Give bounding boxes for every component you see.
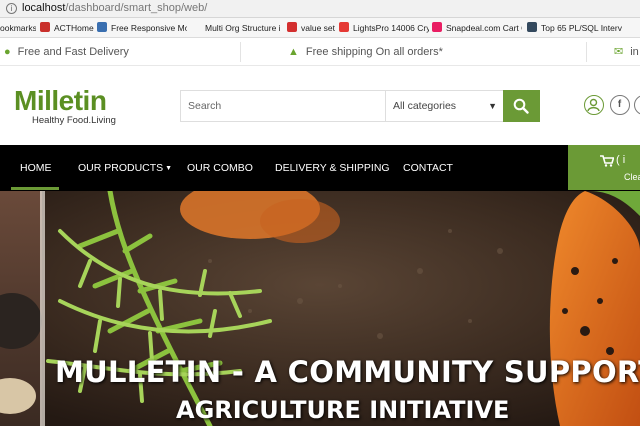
- bookmark-item[interactable]: Top 65 PL/SQL Interv: [527, 21, 640, 35]
- bookmark-label: ookmarks: [0, 23, 36, 33]
- bookmark-label: Free Responsive Mo: [111, 23, 187, 33]
- pf-favicon-icon: [339, 22, 349, 32]
- search-input[interactable]: [181, 91, 385, 121]
- nav-item-contact[interactable]: CONTACT: [403, 145, 453, 191]
- nav-active-indicator: [11, 187, 59, 190]
- nav-item-home[interactable]: HOME: [20, 145, 52, 191]
- site-info-icon[interactable]: i: [6, 3, 17, 14]
- hero-image: [0, 191, 640, 426]
- nav-item-products[interactable]: OUR PRODUCTS ▼: [78, 145, 172, 191]
- bookmark-item[interactable]: Free Responsive Mo: [97, 21, 187, 35]
- cart-icon: [600, 155, 614, 167]
- acthome-favicon-icon: [40, 22, 50, 32]
- user-icon: [587, 98, 600, 112]
- bookmark-label: Top 65 PL/SQL Interv: [541, 23, 622, 33]
- bookmark-item[interactable]: ACTHome: [40, 21, 100, 35]
- chevron-down-icon: ▼: [488, 101, 497, 111]
- logo-wordmark: Milletin: [14, 85, 107, 116]
- site-logo[interactable]: Milletin Healthy Food.Living: [14, 86, 134, 130]
- bookmark-item[interactable]: Snapdeal.com Cart C: [432, 21, 522, 35]
- promo-shipping-text: Free shipping On all orders*: [305, 46, 443, 58]
- facebook-button[interactable]: f: [610, 95, 630, 115]
- bookmark-label: Multi Org Structure i: [205, 23, 281, 33]
- category-select[interactable]: All categories ▼: [385, 91, 503, 121]
- promo-shipping: ▲ Free shipping On all orders*: [288, 38, 443, 66]
- social-button-partial[interactable]: [634, 95, 640, 115]
- address-bar[interactable]: i localhost/dashboard/smart_shop/web/: [0, 0, 640, 18]
- bookmark-item[interactable]: Multi Org Structure i: [205, 21, 283, 35]
- cart-count: ( i: [616, 154, 626, 166]
- g-favicon-icon: [527, 22, 537, 32]
- envelope-icon: ✉: [614, 46, 624, 58]
- bookmark-item[interactable]: LightsPro 14006 Crys: [339, 21, 429, 35]
- bookmark-label: Snapdeal.com Cart C: [446, 23, 522, 33]
- promo-divider: [240, 42, 241, 62]
- bookmark-label: ACTHome: [54, 23, 94, 33]
- url-host: localhost: [22, 2, 66, 14]
- oracle-favicon-icon: [287, 22, 297, 32]
- location-pin-icon: ●: [4, 46, 11, 58]
- category-selected-label: All categories: [393, 100, 457, 112]
- nav-item-combo[interactable]: OUR COMBO: [187, 145, 253, 191]
- promo-email-text: in: [630, 46, 639, 58]
- facebook-icon: f: [617, 99, 622, 110]
- hero-subheadline: AGRICULTURE INITIATIVE: [176, 396, 510, 424]
- search-button[interactable]: [503, 90, 540, 122]
- promo-delivery: ● Free and Fast Delivery: [4, 38, 129, 66]
- hero-banner: MULLETIN - A COMMUNITY SUPPORTED AGRICUL…: [0, 191, 640, 426]
- hero-headline: MULLETIN - A COMMUNITY SUPPORTED: [55, 355, 640, 389]
- url-text[interactable]: localhost/dashboard/smart_shop/web/: [22, 2, 207, 14]
- browser-window: i localhost/dashboard/smart_shop/web/ oo…: [0, 0, 640, 426]
- search-bar: All categories ▼: [180, 90, 540, 122]
- bookmark-label: value set: [301, 23, 336, 33]
- promo-email[interactable]: ✉ in: [614, 38, 639, 66]
- promo-strip: ● Free and Fast Delivery ▲ Free shipping O…: [0, 38, 640, 66]
- main-nav: HOME OUR PRODUCTS ▼ OUR COMBO DELIVERY & …: [0, 145, 640, 191]
- bookmarks-bar: ookmarks ACTHome Free Responsive Mo Mult…: [0, 18, 640, 38]
- cart-button[interactable]: ( i Clea: [568, 145, 640, 190]
- bookmark-item[interactable]: ookmarks: [0, 21, 36, 35]
- bookmark-label: LightsPro 14006 Crys: [353, 23, 429, 33]
- url-path: /dashboard/smart_shop/web/: [65, 2, 208, 14]
- cart-clear-label: Clea: [624, 172, 640, 182]
- sd-favicon-icon: [432, 22, 442, 32]
- promo-divider: [586, 42, 587, 62]
- w3-favicon-icon: [97, 22, 107, 32]
- nav-item-delivery[interactable]: DELIVERY & SHIPPING: [275, 145, 390, 191]
- nav-item-label: OUR PRODUCTS: [78, 162, 164, 174]
- truck-icon: ▲: [288, 46, 299, 58]
- promo-delivery-text: Free and Fast Delivery: [17, 46, 129, 58]
- logo-tagline: Healthy Food.Living: [32, 115, 116, 126]
- caret-down-icon: ▼: [165, 165, 173, 172]
- search-icon: [513, 98, 529, 114]
- account-button[interactable]: [584, 95, 604, 115]
- bookmark-item[interactable]: value set: [287, 21, 337, 35]
